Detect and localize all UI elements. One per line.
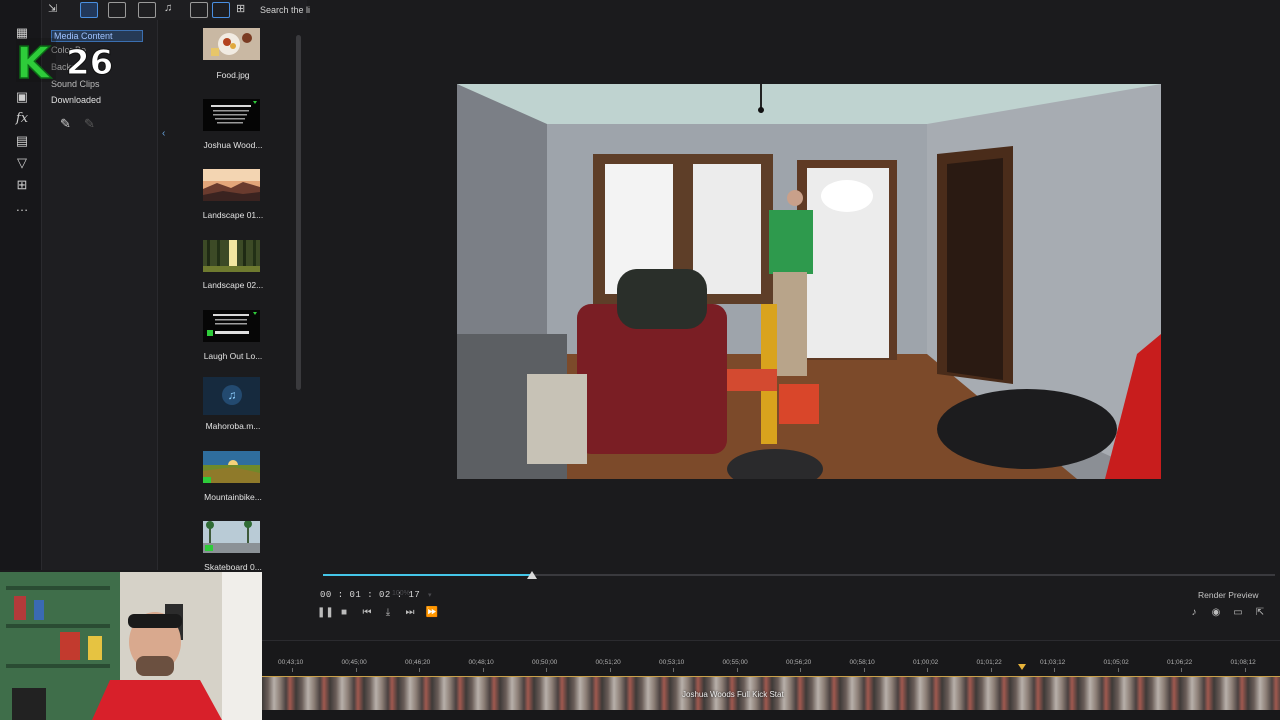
ruler-tick-mark	[1117, 668, 1119, 672]
svg-text:K: K	[16, 38, 52, 84]
ruler-tick-mark	[546, 668, 547, 672]
clip-label: Joshua Woods Full Kick Stat	[682, 690, 784, 699]
previous-frame-icon[interactable]: ⏮	[360, 606, 374, 620]
ruler-tick-label: 00;46;20	[405, 659, 431, 666]
add-tag-icon[interactable]: ✎	[60, 116, 71, 132]
title-room-icon[interactable]: ▣	[13, 88, 31, 106]
progress-fill	[323, 574, 533, 576]
timeline-playhead[interactable]	[1018, 664, 1026, 670]
pause-icon[interactable]: ❚❚	[317, 606, 334, 620]
ruler-tick-label: 01;01;22	[976, 659, 1002, 666]
ruler-tick-label: 00;55;00	[722, 659, 748, 666]
camera-icon[interactable]: ◉	[1209, 606, 1223, 620]
ruler-tick-mark	[863, 668, 865, 672]
edit-tag-icon: ✎	[84, 116, 95, 131]
media-label: Skateboard 0...	[204, 562, 262, 572]
channel-logo: K 26	[15, 36, 132, 90]
ruler-tick-mark	[1181, 668, 1182, 672]
media-label: Landscape 01...	[202, 210, 264, 220]
fast-forward-icon[interactable]: ⏩	[425, 606, 439, 620]
ruler-tick-mark	[482, 668, 484, 672]
snapshot-frame-icon[interactable]: ⤓	[381, 606, 395, 620]
media-label: Mountainbike...	[204, 492, 262, 502]
video-filter-icon[interactable]	[108, 2, 126, 18]
ruler-tick-label: 01;03;12	[1040, 659, 1066, 666]
video-preview[interactable]	[457, 84, 1161, 479]
particle-icon[interactable]: ▽	[13, 154, 31, 172]
ruler-tick-mark	[736, 668, 738, 672]
ruler-tick-mark	[609, 668, 611, 672]
svg-text:26: 26	[66, 43, 113, 83]
ruler-tick-mark	[355, 668, 357, 672]
ruler-tick-label: 00;53;10	[659, 659, 685, 666]
icon-size-icon[interactable]: ⊞	[236, 2, 254, 18]
ruler-tick-label: 00;51;20	[595, 659, 621, 666]
timeline-ruler[interactable]: 00;43;10 00;45;00 00;46;20 00;48;10 00;50;00…	[262, 656, 1280, 672]
left-icon-rail: ▦ ▣ fx ▤ ▽ ⊞ …	[0, 0, 42, 570]
search-input[interactable]: Search the li	[260, 5, 310, 15]
media-thumbnail-skateboard[interactable]	[203, 521, 260, 553]
undock-icon[interactable]: ⇱	[1253, 606, 1267, 620]
list-view-icon[interactable]	[190, 2, 208, 18]
zoom-select: 100%	[392, 590, 410, 597]
image-filter-icon[interactable]	[138, 2, 156, 18]
grid-view-icon[interactable]	[212, 2, 230, 18]
library-scroll-thumb[interactable]	[296, 35, 301, 390]
pip-objects-icon[interactable]: ▤	[13, 132, 31, 150]
ruler-tick-label: 01;08;12	[1230, 659, 1256, 666]
ruler-tick-label: 01;06;22	[1167, 659, 1193, 666]
media-label: Mahoroba.m...	[205, 421, 261, 431]
media-library-grid: Food.jpg Joshua Wood... Landscape 01... …	[158, 20, 293, 620]
ruler-tick-mark	[1054, 668, 1055, 672]
media-label: Laugh Out Lo...	[203, 351, 263, 361]
media-thumbnail-mountainbike[interactable]	[203, 451, 260, 483]
ruler-tick-label: 00;45;00	[341, 659, 367, 666]
media-thumbnail-joshua[interactable]	[203, 99, 260, 131]
ruler-tick-mark	[990, 668, 992, 672]
ruler-tick-label: 01;05;02	[1103, 659, 1129, 666]
ruler-tick-mark	[292, 668, 293, 672]
media-label: Food.jpg	[216, 70, 250, 80]
ruler-tick-mark	[927, 668, 928, 672]
transition-icon[interactable]: ⊞	[13, 176, 31, 194]
category-panel: Media Content Color Bo Backgr Sound Clip…	[42, 0, 165, 570]
playback-controls: ❚❚ ■ ⏮ ⤓ ⏭ ⏩ ♪ ◉ ▭ ⇱	[315, 604, 1280, 624]
media-thumbnail-landscape-01[interactable]	[203, 169, 260, 201]
ruler-tick-mark	[419, 668, 420, 672]
webcam-overlay	[0, 572, 262, 720]
media-label: Landscape 02...	[202, 280, 264, 290]
media-thumbnail-laugh-out-loud[interactable]	[203, 310, 260, 342]
ruler-tick-label: 01;00;02	[913, 659, 939, 666]
media-thumbnail-landscape-02[interactable]	[203, 240, 260, 272]
display-settings-icon[interactable]: ▭	[1231, 606, 1245, 620]
music-note-icon: ♫	[222, 385, 242, 405]
ruler-tick-mark	[673, 668, 674, 672]
stop-icon[interactable]: ■	[337, 606, 351, 620]
progress-handle[interactable]	[527, 571, 538, 579]
ruler-tick-label: 00;43;10	[278, 659, 304, 666]
ruler-tick-label: 00;48;10	[468, 659, 494, 666]
audio-filter-icon[interactable]: ♫	[164, 2, 182, 18]
ruler-tick-label: 00;50;00	[532, 659, 558, 666]
ruler-tick-mark	[1244, 668, 1246, 672]
media-thumbnail-mahoroba[interactable]: ♫	[203, 377, 260, 415]
import-icon[interactable]: ⇲	[48, 2, 66, 18]
next-frame-icon[interactable]: ⏭	[403, 606, 417, 620]
media-label: Joshua Wood...	[203, 140, 263, 150]
volume-icon[interactable]: ♪	[1187, 606, 1201, 620]
fx-icon[interactable]: fx	[13, 110, 31, 128]
zoom-dropdown-icon: ▾	[428, 592, 432, 599]
all-media-icon[interactable]	[80, 2, 98, 18]
render-preview-button[interactable]: Render Preview	[1198, 590, 1258, 600]
media-thumbnail-food[interactable]	[203, 28, 260, 60]
ruler-tick-label: 00;56;20	[786, 659, 812, 666]
library-toolbar: ⇲ ♫ ⊞ Search the li	[42, 0, 310, 20]
category-downloaded[interactable]: Downloaded	[51, 95, 101, 105]
ruler-tick-mark	[800, 668, 801, 672]
ruler-tick-label: 00;58;10	[849, 659, 875, 666]
more-icon[interactable]: …	[13, 198, 31, 216]
